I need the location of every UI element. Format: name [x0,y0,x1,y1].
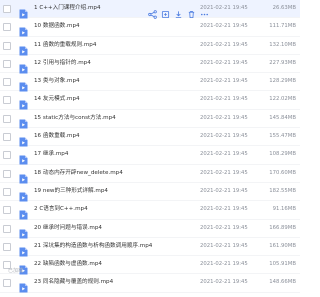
file-name[interactable]: 20 继承时问题与错误.mp4 [34,223,184,234]
video-file-icon [19,132,28,147]
file-name[interactable]: 21 深坑集的构造函数与析构函数调用顺序.mp4 [34,241,184,252]
file-size: 128.29MB [269,78,296,85]
file-name[interactable]: 18 动态内存开辟new_delete.mp4 [34,168,184,179]
video-file-icon [19,114,28,129]
file-row[interactable]: 10 数据函数.mp4 2021-02-21 19:45 111.71MB [0,18,300,37]
file-row[interactable]: 14 友元模式.mp4 2021-02-21 19:45 122.02MB [0,91,300,110]
video-file-icon [19,242,28,257]
file-name[interactable]: 13 类与对象.mp4 [34,76,184,87]
share-icon[interactable] [148,4,157,19]
video-file-icon [19,4,28,19]
row-checkbox[interactable] [3,133,11,142]
file-row[interactable]: 15 static方法与const方法.mp4 2021-02-21 19:45 1… [0,110,300,129]
row-checkbox[interactable] [3,23,11,32]
file-row[interactable]: 16 函数重载.mp4 2021-02-21 19:45 155.47MB [0,128,300,147]
row-checkbox[interactable] [3,96,11,105]
file-row[interactable]: 12 引用与指针的.mp4 2021-02-21 19:45 227.93MB [0,55,300,74]
file-date: 2021-02-21 19:45 [200,206,248,213]
file-row[interactable]: 17 继承.mp4 2021-02-21 19:45 108.29MB [0,146,300,165]
row-checkbox[interactable] [3,242,11,251]
file-date: 2021-02-21 19:45 [200,78,248,85]
list-footer: 已加载 [8,268,24,274]
file-size: 227.93MB [269,59,296,66]
file-name[interactable]: 12 引用与指针的.mp4 [34,58,184,69]
file-list: 1 C++入门课程介绍.mp4 2021-02-21 19:45 26.63MB 10… [0,0,300,293]
file-size: 170.60MB [269,169,296,176]
video-file-icon [19,278,28,293]
file-size: 122.02MB [269,96,296,103]
file-row[interactable]: 11 函数的重载规则.mp4 2021-02-21 19:45 132.10MB [0,37,300,56]
video-file-icon [19,187,28,202]
video-file-icon [19,77,28,92]
video-file-icon [19,224,28,239]
file-name[interactable]: 19 new的三种形式详解.mp4 [34,186,184,197]
file-name[interactable]: 14 友元模式.mp4 [34,94,184,105]
row-checkbox[interactable] [3,59,11,68]
file-name[interactable]: 15 static方法与const方法.mp4 [34,113,184,124]
row-checkbox[interactable] [3,41,11,50]
file-date: 2021-02-21 19:45 [200,224,248,231]
file-row[interactable]: 20 继承时问题与错误.mp4 2021-02-21 19:45 166.89MB [0,220,300,239]
row-checkbox[interactable] [3,78,11,87]
file-date: 2021-02-21 19:45 [200,96,248,103]
file-date: 2021-02-21 19:45 [200,151,248,158]
file-row[interactable]: 1 C++入门课程介绍.mp4 2021-02-21 19:45 26.63MB [0,0,300,19]
file-size: 91.16MB [272,206,296,213]
video-file-icon [19,169,28,184]
file-name[interactable]: 10 数据函数.mp4 [34,21,184,32]
video-file-icon [19,59,28,74]
file-name[interactable]: 11 函数的重载规则.mp4 [34,40,184,51]
video-file-icon [19,41,28,56]
row-checkbox[interactable] [3,5,11,13]
file-date: 2021-02-21 19:45 [200,5,248,11]
row-checkbox[interactable] [3,279,11,288]
file-row[interactable]: 23 同名隐藏与覆盖的规则.mp4 2021-02-21 19:45 148.66M… [0,274,300,293]
row-checkbox[interactable] [3,187,11,196]
row-checkbox[interactable] [3,169,11,178]
file-name[interactable]: 2 C语言到C++.mp4 [34,204,184,215]
file-row[interactable]: 18 动态内存开辟new_delete.mp4 2021-02-21 19:45 1… [0,165,300,184]
file-name[interactable]: 23 同名隐藏与覆盖的规则.mp4 [34,277,184,288]
file-size: 145.84MB [269,114,296,121]
file-size: 155.47MB [269,133,296,140]
file-size: 182.55MB [269,187,296,194]
video-file-icon [19,95,28,110]
file-size: 111.71MB [269,23,296,30]
row-checkbox[interactable] [3,206,11,215]
file-date: 2021-02-21 19:45 [200,59,248,66]
file-size: 161.90MB [269,242,296,249]
file-date: 2021-02-21 19:45 [200,133,248,140]
file-size: 108.29MB [269,151,296,158]
file-size: 26.63MB [272,5,296,11]
file-date: 2021-02-21 19:45 [200,41,248,48]
file-row[interactable]: 13 类与对象.mp4 2021-02-21 19:45 128.29MB [0,73,300,92]
file-row[interactable]: 2 C语言到C++.mp4 2021-02-21 19:45 91.16MB [0,201,300,220]
file-row[interactable]: 21 深坑集的构造函数与析构函数调用顺序.mp4 2021-02-21 19:45… [0,238,300,257]
file-date: 2021-02-21 19:45 [200,279,248,286]
delete-icon[interactable] [187,4,196,19]
file-size: 148.66MB [269,279,296,286]
file-name[interactable]: 16 函数重载.mp4 [34,131,184,142]
file-date: 2021-02-21 19:45 [200,187,248,194]
file-size: 132.10MB [269,41,296,48]
row-checkbox[interactable] [3,151,11,160]
link-icon[interactable] [161,4,170,19]
file-date: 2021-02-21 19:45 [200,114,248,121]
video-file-icon [19,150,28,165]
video-file-icon [19,22,28,37]
file-date: 2021-02-21 19:45 [200,23,248,30]
download-icon[interactable] [174,4,183,19]
file-row[interactable]: 19 new的三种形式详解.mp4 2021-02-21 19:45 182.55M… [0,183,300,202]
file-size: 166.89MB [269,224,296,231]
video-file-icon [19,205,28,220]
file-name[interactable]: 17 继承.mp4 [34,149,184,160]
file-date: 2021-02-21 19:45 [200,169,248,176]
row-checkbox[interactable] [3,224,11,233]
row-checkbox[interactable] [3,114,11,123]
file-date: 2021-02-21 19:45 [200,242,248,249]
